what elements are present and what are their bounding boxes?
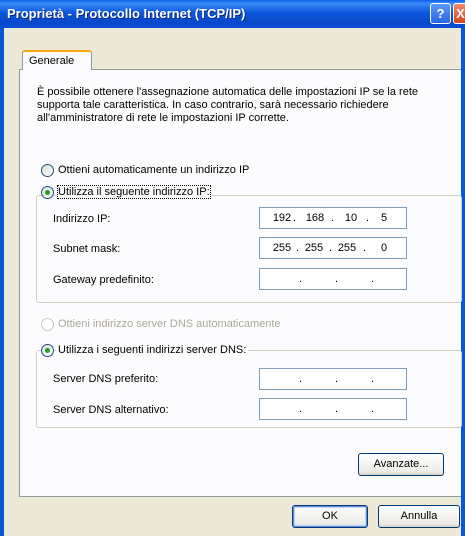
advanced-button[interactable]: Avanzate... — [358, 453, 444, 476]
cancel-button[interactable]: Annulla — [378, 505, 460, 528]
title-bar[interactable]: Proprietà - Protocollo Internet (TCP/IP)… — [0, 0, 465, 28]
subnet-mask-input[interactable]: 255. 255. 255. 0 — [259, 237, 407, 259]
ok-button[interactable]: OK — [292, 505, 368, 528]
description-text: È possibile ottenere l'assegnazione auto… — [37, 86, 419, 124]
radio-dns-manual[interactable] — [41, 344, 54, 357]
gateway-input[interactable]: . . . — [259, 268, 407, 290]
subnet-mask-label: Subnet mask: — [53, 243, 121, 255]
radio-ip-auto[interactable] — [41, 164, 54, 177]
dns-alternate-input[interactable]: . . . — [259, 398, 407, 420]
dns-alternate-label: Server DNS alternativo: — [53, 404, 169, 416]
window-title: Proprietà - Protocollo Internet (TCP/IP) — [7, 6, 246, 21]
help-button[interactable]: ? — [430, 3, 451, 24]
radio-dns-auto — [41, 318, 54, 331]
dns-preferred-label: Server DNS preferito: — [53, 373, 159, 385]
close-button[interactable]: X — [453, 3, 465, 24]
radio-ip-manual-label[interactable]: Utilizza il seguente indirizzo IP: — [56, 185, 212, 199]
radio-ip-manual[interactable] — [41, 186, 54, 199]
radio-ip-auto-label[interactable]: Ottieni automaticamente un indirizzo IP — [58, 164, 249, 176]
tab-label: Generale — [29, 55, 75, 67]
gateway-label: Gateway predefinito: — [53, 274, 154, 286]
ip-address-input[interactable]: 192. 168. 10. 5 — [259, 207, 407, 229]
ip-address-label: Indirizzo IP: — [53, 213, 111, 225]
dns-preferred-input[interactable]: . . . — [259, 368, 407, 390]
radio-dns-auto-label: Ottieni indirizzo server DNS automaticam… — [58, 318, 281, 330]
radio-dns-manual-label[interactable]: Utilizza i seguenti indirizzi server DNS… — [56, 344, 249, 356]
tab-generale[interactable]: Generale — [22, 50, 92, 70]
dialog-window: Proprietà - Protocollo Internet (TCP/IP)… — [0, 0, 465, 536]
